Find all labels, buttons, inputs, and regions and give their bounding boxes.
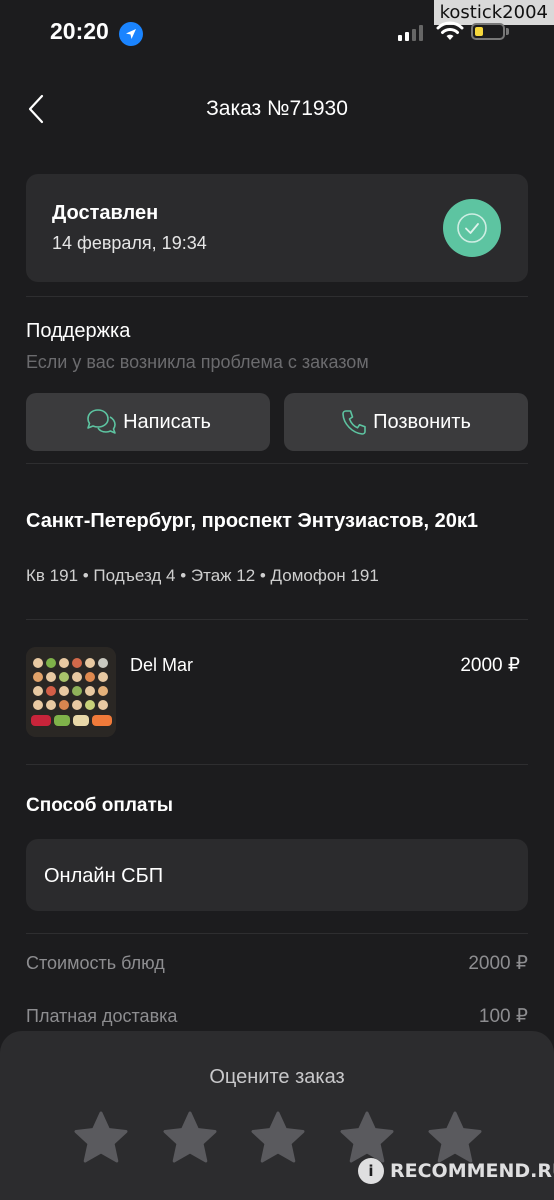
address-details: Кв 191 • Подъезд 4 • Этаж 12 • Домофон 1… bbox=[26, 566, 379, 585]
delivery-address: Санкт-Петербург, проспект Энтузиастов, 2… bbox=[26, 510, 478, 532]
divider bbox=[26, 619, 528, 620]
item-price: 2000 ₽ bbox=[460, 655, 520, 676]
write-button-label: Написать bbox=[123, 410, 211, 433]
star-icon[interactable] bbox=[161, 1110, 219, 1166]
checkmark-icon bbox=[443, 199, 501, 257]
payment-title: Способ оплаты bbox=[26, 795, 173, 816]
cellular-signal-icon bbox=[398, 24, 423, 41]
location-arrow-icon bbox=[119, 22, 143, 46]
divider bbox=[26, 933, 528, 934]
call-button-label: Позвонить bbox=[373, 410, 471, 433]
item-name: Del Mar bbox=[130, 655, 194, 675]
payment-method: Онлайн СБП bbox=[44, 865, 164, 887]
watermark-text: RECOMMEND.RU bbox=[390, 1160, 554, 1182]
summary-value: 100 ₽ bbox=[478, 1006, 528, 1027]
order-status-date: 14 февраля, 19:34 bbox=[52, 233, 207, 253]
watermark-badge: i bbox=[358, 1158, 384, 1184]
support-title: Поддержка bbox=[26, 320, 131, 342]
battery-icon bbox=[471, 23, 505, 40]
battery-cap bbox=[506, 28, 509, 35]
wifi-icon bbox=[436, 20, 464, 47]
star-icon[interactable] bbox=[72, 1110, 130, 1166]
support-subtitle: Если у вас возникла проблема с заказом bbox=[26, 352, 369, 372]
star-icon[interactable] bbox=[249, 1110, 307, 1166]
summary-value: 2000 ₽ bbox=[468, 953, 528, 974]
item-image bbox=[26, 647, 116, 737]
status-time: 20:20 bbox=[50, 18, 109, 44]
write-button[interactable]: Написать bbox=[26, 393, 270, 451]
divider bbox=[26, 764, 528, 765]
divider bbox=[26, 463, 528, 464]
rating-title: Оцените заказ bbox=[209, 1066, 345, 1088]
divider bbox=[26, 296, 528, 297]
watermark-recommend: i RECOMMEND.RU bbox=[358, 1158, 554, 1184]
call-button[interactable]: Позвонить bbox=[284, 393, 528, 451]
chat-bubbles-icon bbox=[87, 409, 116, 434]
summary-label: Платная доставка bbox=[26, 1006, 178, 1026]
order-status-title: Доставлен bbox=[52, 202, 159, 224]
phone-icon bbox=[342, 410, 366, 435]
page-title: Заказ №71930 bbox=[206, 97, 348, 120]
summary-label: Стоимость блюд bbox=[26, 953, 165, 973]
